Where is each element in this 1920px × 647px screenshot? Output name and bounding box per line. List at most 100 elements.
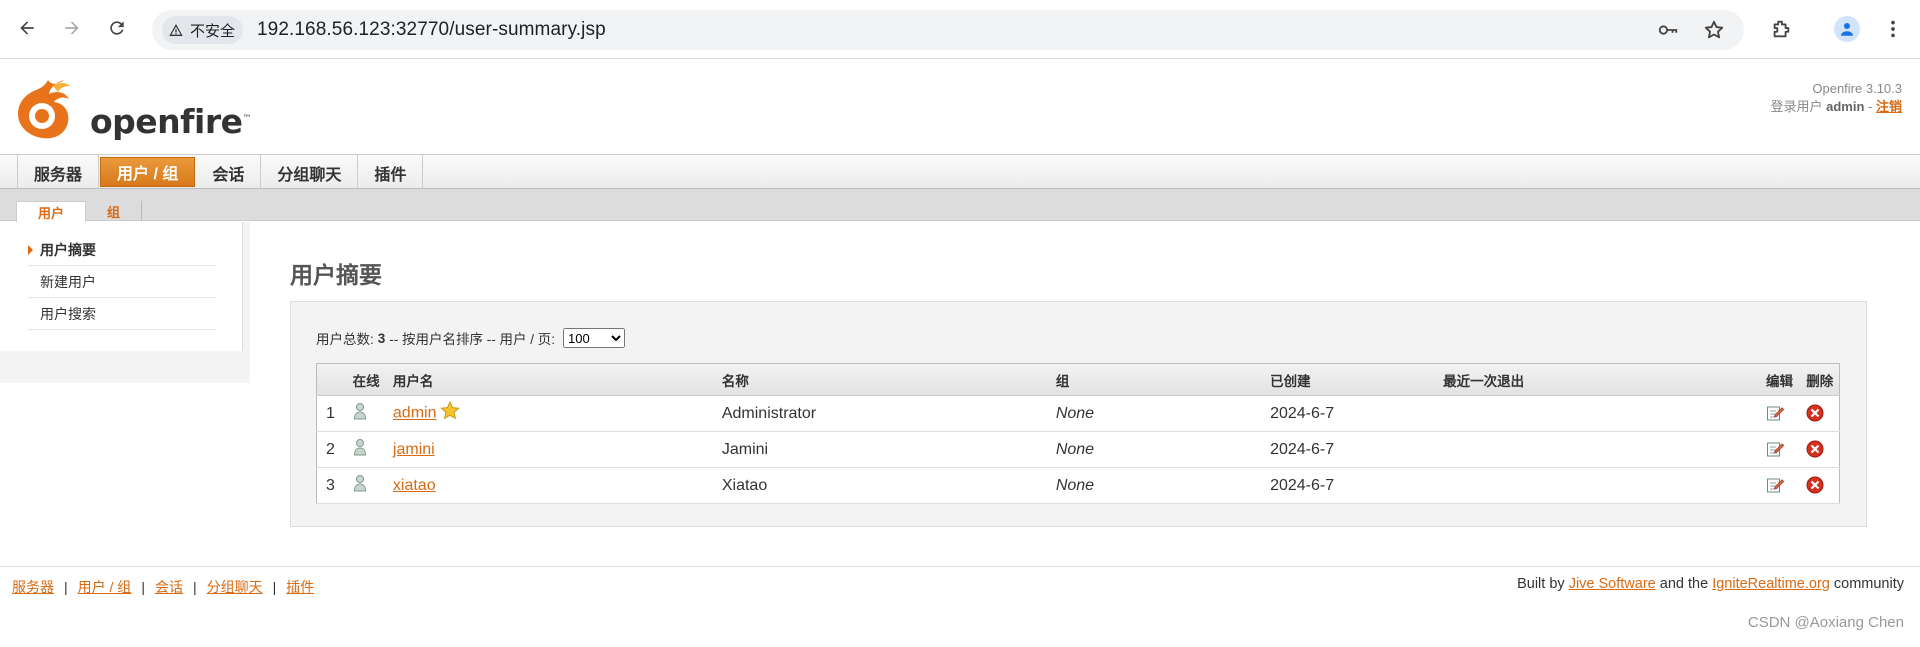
online-status-cell [347, 468, 387, 504]
sidebar-item-new-user[interactable]: 新建用户 [28, 266, 216, 298]
created-cell: 2024-6-7 [1270, 440, 1335, 458]
profile-button[interactable] [1832, 14, 1862, 44]
browser-toolbar: 不安全 192.168.56.123:32770/user-summary.js… [0, 0, 1920, 59]
delete-cell [1800, 396, 1839, 432]
edit-cell [1760, 396, 1800, 432]
edit-icon[interactable] [1766, 476, 1785, 494]
username-link[interactable]: admin [393, 405, 437, 422]
built-by-text: Built by [1517, 576, 1565, 592]
sidebar-item-label: 用户摘要 [40, 241, 96, 258]
tab-users-groups[interactable]: 用户 / 组 [100, 157, 196, 187]
subtab-users[interactable]: 用户 [16, 201, 87, 222]
summary-line: 用户总数: 3 -- 按用户名排序 -- 用户 / 页: 100 [316, 328, 626, 348]
and-the-text: and the [1659, 576, 1709, 592]
last-logout-cell [1437, 396, 1760, 432]
url-text[interactable]: 192.168.56.123:32770/user-summary.jsp [257, 19, 606, 41]
reload-icon [110, 21, 124, 35]
table-header-row: 在线 用户名 名称 组 已创建 最近一次退出 编辑 删除 [316, 363, 1840, 396]
offline-user-icon [353, 474, 367, 492]
login-prefix: 登录用户 [1770, 99, 1823, 114]
last-logout-cell [1437, 432, 1760, 468]
edit-cell [1760, 468, 1800, 504]
delete-cell [1800, 468, 1839, 504]
tab-server[interactable]: 服务器 [18, 155, 100, 190]
openfire-logo[interactable]: openfire™ [12, 72, 251, 142]
footer-link-server[interactable]: 服务器 [12, 579, 54, 595]
footer-link-plugins[interactable]: 插件 [286, 579, 314, 595]
version-label: Openfire 3.10.3 [1812, 81, 1902, 96]
logout-link[interactable]: 注销 [1876, 99, 1902, 114]
offline-user-icon [353, 402, 367, 420]
delete-icon[interactable] [1806, 404, 1824, 422]
total-label: 用户总数: [316, 332, 374, 347]
warning-icon [169, 24, 183, 36]
username-link[interactable]: xiatao [393, 477, 436, 494]
community-text: community [1833, 576, 1904, 592]
row-index: 2 [326, 440, 335, 458]
page-title: 用户摘要 [290, 262, 382, 288]
user-table: 在线 用户名 名称 组 已创建 最近一次退出 编辑 删除 1 admin Admin… [316, 363, 1840, 504]
total-count: 3 [377, 330, 386, 346]
edit-icon[interactable] [1766, 404, 1785, 422]
name-cell: Administrator [721, 404, 817, 422]
avatar [1834, 16, 1860, 42]
tab-plugins[interactable]: 插件 [358, 155, 424, 190]
name-cell: Jamini [721, 440, 769, 458]
watermark: CSDN @Aoxiang Chen [1747, 614, 1904, 631]
main-tabbar: 服务器 用户 / 组 会话 分组聊天 插件 [0, 154, 1920, 190]
sidebar-item-user-search[interactable]: 用户搜索 [28, 298, 216, 330]
active-arrow-icon [28, 245, 33, 255]
security-chip[interactable]: 不安全 [162, 16, 244, 44]
jive-software-link[interactable]: Jive Software [1569, 576, 1656, 592]
group-value: None [1055, 440, 1095, 458]
row-index: 3 [326, 476, 335, 494]
menu-button[interactable] [1878, 14, 1908, 44]
footer-link-group-chat[interactable]: 分组聊天 [207, 579, 263, 595]
col-group: 组 [1049, 363, 1265, 396]
edit-cell [1760, 432, 1800, 468]
delete-cell [1800, 432, 1839, 468]
username-cell: xiatao [387, 468, 716, 504]
bookmark-star-icon[interactable] [1702, 18, 1726, 42]
col-online: 在线 [346, 363, 387, 396]
sidebar-item-label: 新建用户 [40, 273, 96, 290]
col-created: 已创建 [1264, 363, 1438, 396]
footer-link-users-groups[interactable]: 用户 / 组 [78, 579, 132, 595]
admin-star-icon [440, 400, 461, 426]
sidebar: 用户摘要 新建用户 用户搜索 [0, 222, 250, 383]
username-cell: admin [387, 396, 716, 432]
sidebar-item-user-summary[interactable]: 用户摘要 [28, 234, 216, 266]
forward-button[interactable] [58, 14, 86, 42]
username-link[interactable]: jamini [393, 441, 435, 458]
col-delete: 删除 [1800, 363, 1840, 396]
ignite-realtime-link[interactable]: IgniteRealtime.org [1712, 576, 1830, 592]
group-value: None [1055, 476, 1095, 494]
back-button[interactable] [13, 14, 41, 42]
more-vert-icon [1891, 20, 1895, 38]
group-cell: None [1050, 468, 1264, 504]
edit-icon[interactable] [1766, 440, 1785, 458]
extensions-icon[interactable] [1766, 14, 1796, 44]
col-edit: 编辑 [1760, 363, 1801, 396]
app-header: openfire™ Openfire 3.10.3 登录用户 admin - 注… [0, 60, 1920, 154]
col-last-logout: 最近一次退出 [1437, 363, 1760, 396]
tab-group-chat[interactable]: 分组聊天 [261, 155, 359, 190]
logged-in-user: admin [1826, 99, 1865, 114]
name-cell: Xiatao [721, 476, 768, 494]
footer-link-sessions[interactable]: 会话 [155, 579, 183, 595]
security-label: 不安全 [190, 22, 236, 40]
user-summary-panel: 用户总数: 3 -- 按用户名排序 -- 用户 / 页: 100 在线 用户名 … [290, 301, 1867, 527]
online-status-cell [347, 432, 387, 468]
per-page-select[interactable]: 100 [563, 328, 626, 348]
reload-button[interactable] [103, 14, 131, 42]
key-icon[interactable] [1656, 18, 1680, 42]
delete-icon[interactable] [1806, 476, 1824, 494]
footer-credits: Built by Jive Software and the IgniteRea… [1517, 576, 1904, 592]
subtab-groups[interactable]: 组 [86, 201, 143, 221]
delete-icon[interactable] [1806, 440, 1824, 458]
footer: 服务器 | 用户 / 组 | 会话 | 分组聊天 | 插件 Built by Jive Soft… [0, 566, 1920, 611]
tab-sessions[interactable]: 会话 [196, 155, 262, 190]
sidebar-item-label: 用户搜索 [40, 305, 96, 322]
address-bar[interactable]: 不安全 192.168.56.123:32770/user-summary.js… [152, 10, 1744, 50]
logo-text: openfire™ [90, 102, 251, 141]
